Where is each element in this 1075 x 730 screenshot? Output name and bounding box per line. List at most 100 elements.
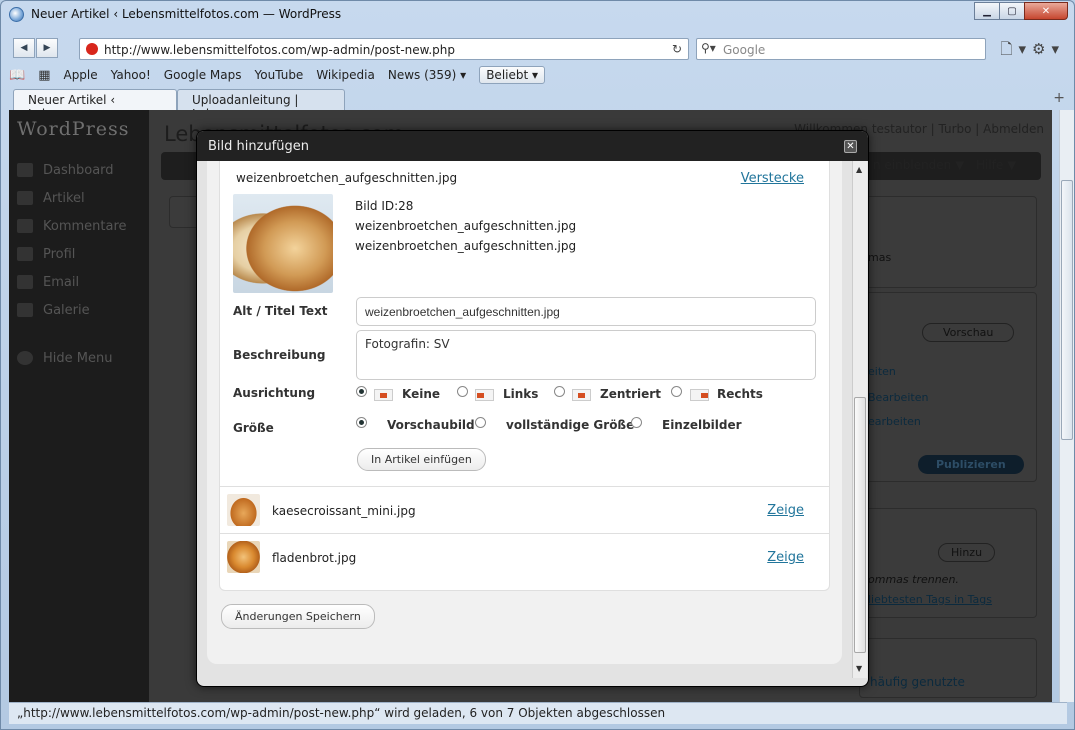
align-right-radio[interactable] [671,386,682,397]
align-left-label[interactable]: Links [503,387,538,401]
bookmark-youtube[interactable]: YouTube [255,68,304,82]
add-image-dialog: Bild hinzufügen ✕ weizenbroetchen_aufges… [196,130,869,687]
description-textarea[interactable]: Fotografin: SV [356,330,816,380]
toolbar-icons: 🗋▾⚙▾ [1000,39,1065,64]
align-left-icon [475,389,494,401]
image-filename: weizenbroetchen_aufgeschnitten.jpg [355,219,577,233]
insert-into-post-button[interactable]: In Artikel einfügen [357,448,486,471]
bookmark-news[interactable]: News (359) ▾ [388,68,466,82]
minimize-icon[interactable]: ▁ [974,2,1000,20]
bookmark-apple[interactable]: Apple [63,68,97,82]
menu-artikel[interactable]: Artikel [9,184,149,212]
save-changes-button[interactable]: Änderungen Speichern [221,604,375,629]
page-scrollbar-thumb[interactable] [1061,180,1073,440]
description-label: Beschreibung [233,348,326,362]
tab-neuer-artikel[interactable]: Neuer Artikel ‹ Lebens... [13,89,177,121]
alignment-label: Ausrichtung [233,386,316,400]
page-scrollbar[interactable] [1059,110,1074,702]
search-icon: ⚲▾ [701,41,716,55]
menu-galerie[interactable]: Galerie [9,296,149,324]
tags-top-box: mas [859,196,1037,288]
wp-logo: WordPress [17,118,130,140]
menu-hide-menu[interactable]: Hide Menu [9,344,149,372]
page-menu-icon[interactable]: 🗋▾ [1000,40,1032,58]
address-bar[interactable]: http://www.lebensmittelfotos.com/wp-admi… [79,38,689,60]
open-book-icon[interactable]: 📖 [9,68,25,83]
navigation-bar: ◀ ▶ http://www.lebensmittelfotos.com/wp-… [9,35,1067,63]
align-center-label[interactable]: Zentriert [600,387,661,401]
bookmark-yahoo[interactable]: Yahoo! [111,68,151,82]
show-link-2[interactable]: Zeige [767,550,804,565]
menu-profil[interactable]: Profil [9,240,149,268]
bookmark-google-maps[interactable]: Google Maps [164,68,242,82]
size-single-radio[interactable] [631,417,642,428]
size-full-label[interactable]: vollständige Größe [506,418,634,432]
alt-label: Alt / Titel Text [233,304,328,318]
edit-link-1[interactable]: eiten [868,365,896,378]
size-thumbnail-label[interactable]: Vorschaubild [387,418,475,432]
user-icon [17,247,33,261]
align-none-radio[interactable] [356,386,367,397]
collapse-icon [17,351,33,365]
hide-link[interactable]: Verstecke [741,171,804,186]
grid-icon[interactable]: ▦ [38,68,50,83]
bookmark-dropdown-beliebt[interactable]: Beliebt ▾ [479,66,546,84]
show-link-1[interactable]: Zeige [767,503,804,518]
frequent-tags-link[interactable]: häufig genutzte [870,675,965,689]
alt-input[interactable] [356,297,816,326]
search-placeholder: Google [723,43,766,57]
dialog-close-icon[interactable]: ✕ [844,140,857,153]
new-tab-icon[interactable]: + [1053,90,1065,106]
search-input[interactable]: ⚲▾ Google [696,38,986,60]
croissant-thumbnail [227,494,260,526]
align-none-label[interactable]: Keine [402,387,440,401]
flatbread-thumbnail [227,541,260,573]
size-single-label[interactable]: Einzelbilder [662,418,742,432]
help-menu[interactable]: Hilfe ▼ [976,158,1016,172]
menu-dashboard[interactable]: Dashboard [9,156,149,184]
comment-icon [17,219,33,233]
tab-uploadanleitung[interactable]: Uploadanleitung | Lebe... [177,89,345,121]
list-item-name-2: fladenbrot.jpg [272,551,357,565]
align-right-label[interactable]: Rechts [717,387,763,401]
dialog-title: Bild hinzufügen [208,139,309,154]
gallery-icon [17,303,33,317]
publish-button[interactable]: Publizieren [918,455,1024,474]
description-value: Fotografin: SV [365,337,450,351]
reload-icon[interactable]: ↻ [672,42,682,56]
menu-kommentare[interactable]: Kommentare [9,212,149,240]
email-icon [17,275,33,289]
close-window-icon[interactable]: ✕ [1024,2,1068,20]
dialog-scrollbar[interactable]: ▲ ▼ [852,161,867,678]
scroll-down-icon[interactable]: ▼ [856,664,862,673]
size-thumbnail-radio[interactable] [356,417,367,428]
tags-popular-link[interactable]: liebtesten Tags in Tags [868,593,992,606]
back-icon[interactable]: ◀ [13,38,35,58]
align-center-radio[interactable] [554,386,565,397]
forward-icon[interactable]: ▶ [36,38,58,58]
current-filename: weizenbroetchen_aufgeschnitten.jpg [236,171,458,185]
screen-options[interactable]: n einblenden ▼ [873,158,964,172]
wp-sidebar: WordPress Dashboard Artikel Kommentare P… [9,110,149,702]
size-full-radio[interactable] [475,417,486,428]
edit-link-2[interactable]: Bearbeiten [868,391,928,404]
bookmark-wikipedia[interactable]: Wikipedia [316,68,375,82]
add-tag-button[interactable]: Hinzu [938,543,996,562]
wp-menu: Dashboard Artikel Kommentare Profil Emai… [9,156,149,372]
pin-icon [17,191,33,205]
maximize-icon[interactable]: ▢ [999,2,1025,20]
preview-button[interactable]: Vorschau [922,323,1015,342]
category-box: häufig genutzte [859,638,1037,698]
dialog-scrollbar-thumb[interactable] [854,397,866,653]
image-id: Bild ID:28 [355,199,414,213]
media-items: weizenbroetchen_aufgeschnitten.jpg Verst… [219,161,830,591]
site-favicon-icon [86,43,98,55]
window-controls: ▁ ▢ ✕ [974,2,1068,20]
menu-email[interactable]: Email [9,268,149,296]
settings-gear-icon[interactable]: ⚙▾ [1032,40,1065,58]
scroll-up-icon[interactable]: ▲ [856,165,862,174]
dialog-body: weizenbroetchen_aufgeschnitten.jpg Verst… [207,161,842,664]
edit-link-3[interactable]: earbeiten [868,415,921,428]
align-left-radio[interactable] [457,386,468,397]
size-label: Größe [233,421,274,435]
